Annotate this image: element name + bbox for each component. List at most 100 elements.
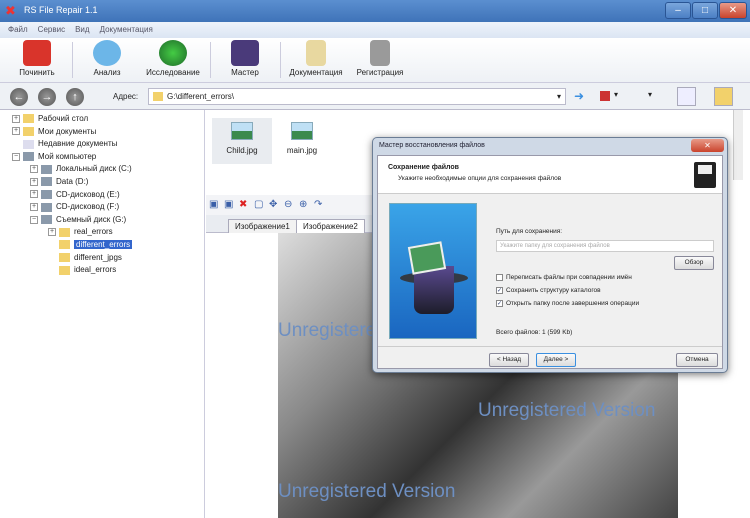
- label: Исследование: [146, 68, 200, 77]
- file-item[interactable]: main.jpg: [272, 118, 332, 164]
- chevron-down-icon[interactable]: ▾: [614, 90, 618, 99]
- delete-icon[interactable]: ✖: [239, 199, 252, 210]
- expander-icon[interactable]: +: [30, 203, 38, 212]
- dialog-heading: Сохранение файлов: [388, 164, 459, 171]
- documentation-button[interactable]: Документация: [284, 40, 348, 82]
- label: Мастер: [231, 68, 259, 77]
- expander-icon[interactable]: +: [12, 114, 20, 123]
- tree-item[interactable]: + Мои документы: [12, 127, 96, 139]
- next-button[interactable]: Далее >: [536, 353, 576, 367]
- tree-item-label: Недавние документы: [38, 139, 118, 149]
- tree-item[interactable]: + Рабочий стол: [12, 114, 88, 126]
- tree-item-label: real_errors: [74, 227, 113, 237]
- tab-image1[interactable]: Изображение1: [228, 219, 297, 233]
- drive-icon: [41, 189, 52, 199]
- expander-icon[interactable]: +: [30, 165, 38, 174]
- keep-structure-checkbox[interactable]: ✓ Сохранить структуру каталогов: [496, 287, 601, 294]
- maximize-button[interactable]: □: [692, 2, 718, 19]
- menu-view[interactable]: Вид: [75, 25, 89, 34]
- radar-icon: [159, 40, 187, 66]
- open-folder-checkbox[interactable]: ✓ Открыть папку после завершения операции: [496, 300, 639, 307]
- zoom-in-icon[interactable]: ⊕: [299, 199, 312, 210]
- doc-icon: [23, 139, 34, 149]
- tree-item[interactable]: + Data (D:): [30, 177, 88, 189]
- folder-icon: [59, 227, 70, 237]
- address-input[interactable]: G:\different_errors\ ▾: [148, 88, 566, 105]
- move-icon[interactable]: ✥: [269, 199, 282, 210]
- folder-tree: + Рабочий стол + Мои документы Недавние доку…: [0, 110, 205, 518]
- go-arrow-icon[interactable]: ➜: [574, 89, 584, 103]
- tree-item[interactable]: + real_errors: [48, 227, 113, 239]
- total-files: Всего файлов: 1 (599 Kb): [496, 329, 573, 336]
- back-button[interactable]: < Назад: [489, 353, 529, 367]
- computer-icon: [23, 152, 34, 162]
- label: Открыть папку после завершения операции: [506, 300, 640, 308]
- browse-button[interactable]: Обзор: [674, 256, 714, 270]
- tree-item-label: CD-дисковод (E:): [56, 189, 120, 199]
- expander-icon[interactable]: −: [30, 215, 38, 224]
- repair-button[interactable]: Починить: [12, 40, 62, 82]
- tree-item-label: Мой компьютер: [38, 151, 97, 161]
- forward-button[interactable]: →: [38, 88, 56, 106]
- tree-item[interactable]: different_jpgs: [48, 253, 122, 265]
- wizard-illustration: [389, 203, 477, 339]
- toolbar: Починить Анализ Исследование Мастер Доку…: [0, 38, 750, 83]
- tree-item[interactable]: different_errors: [48, 240, 133, 252]
- expander-icon[interactable]: −: [12, 152, 20, 161]
- back-button[interactable]: ←: [10, 88, 28, 106]
- menu-documentation[interactable]: Документация: [100, 25, 153, 34]
- chevron-down-icon[interactable]: ▾: [557, 92, 561, 101]
- tree-item[interactable]: + Локальный диск (C:): [30, 164, 132, 176]
- close-button[interactable]: ✕: [719, 2, 747, 19]
- checkbox[interactable]: ✓: [496, 300, 503, 307]
- view-mode-icon[interactable]: [600, 91, 610, 101]
- analysis-button[interactable]: Анализ: [82, 40, 132, 82]
- save-icon[interactable]: ▣: [209, 199, 222, 210]
- label: Документация: [289, 68, 343, 77]
- label: Переписать файлы при совпадении имён: [506, 274, 632, 282]
- expander-icon[interactable]: +: [48, 228, 56, 237]
- save-all-icon[interactable]: ▣: [224, 199, 237, 210]
- drive-icon: [41, 202, 52, 212]
- dialog-close-button[interactable]: ✕: [691, 139, 724, 152]
- menu-file[interactable]: Файл: [8, 25, 28, 34]
- tree-item[interactable]: Недавние документы: [12, 139, 117, 151]
- minimize-button[interactable]: –: [665, 2, 691, 19]
- preview-button[interactable]: [677, 87, 696, 106]
- floppy-disk-icon: [694, 162, 716, 188]
- cancel-button[interactable]: Отмена: [676, 353, 718, 367]
- folder-icon: [59, 240, 70, 250]
- tree-item[interactable]: + CD-дисковод (E:): [30, 190, 120, 202]
- up-button[interactable]: ↑: [66, 88, 84, 106]
- menu-service[interactable]: Сервис: [38, 25, 65, 34]
- drive-icon: [41, 177, 52, 187]
- chevron-down-icon[interactable]: ▾: [648, 90, 652, 99]
- tree-item[interactable]: ideal_errors: [48, 265, 116, 277]
- registration-button[interactable]: Регистрация: [350, 40, 410, 82]
- tree-item[interactable]: − Мой компьютер: [12, 152, 96, 164]
- fit-icon[interactable]: ▢: [254, 199, 267, 210]
- expander-icon[interactable]: +: [30, 177, 38, 186]
- tree-item[interactable]: − Съемный диск (G:): [30, 215, 126, 227]
- wizard-button[interactable]: Мастер: [220, 40, 270, 82]
- file-name: main.jpg: [286, 146, 318, 155]
- separator: [280, 42, 281, 78]
- window-title: RS File Repair 1.1: [24, 5, 98, 15]
- research-button[interactable]: Исследование: [140, 40, 206, 82]
- tab-image2[interactable]: Изображение2: [296, 219, 365, 233]
- address-label: Адрес:: [113, 92, 139, 101]
- checkbox[interactable]: [496, 274, 503, 281]
- rotate-icon[interactable]: ↷: [314, 199, 327, 210]
- expander-icon[interactable]: +: [12, 127, 20, 136]
- path-input[interactable]: Укажите папку для сохранения файлов: [496, 240, 714, 252]
- folder-button[interactable]: [714, 87, 733, 106]
- checkbox[interactable]: ✓: [496, 287, 503, 294]
- tree-item[interactable]: + CD-дисковод (F:): [30, 202, 119, 214]
- separator: [210, 42, 211, 78]
- expander-icon[interactable]: +: [30, 190, 38, 199]
- file-item[interactable]: Child.jpg: [212, 118, 272, 164]
- overwrite-checkbox[interactable]: Переписать файлы при совпадении имён: [496, 274, 632, 281]
- scrollbar[interactable]: [733, 110, 743, 180]
- dialog-title: Мастер восстановления файлов: [379, 142, 485, 149]
- zoom-out-icon[interactable]: ⊖: [284, 199, 297, 210]
